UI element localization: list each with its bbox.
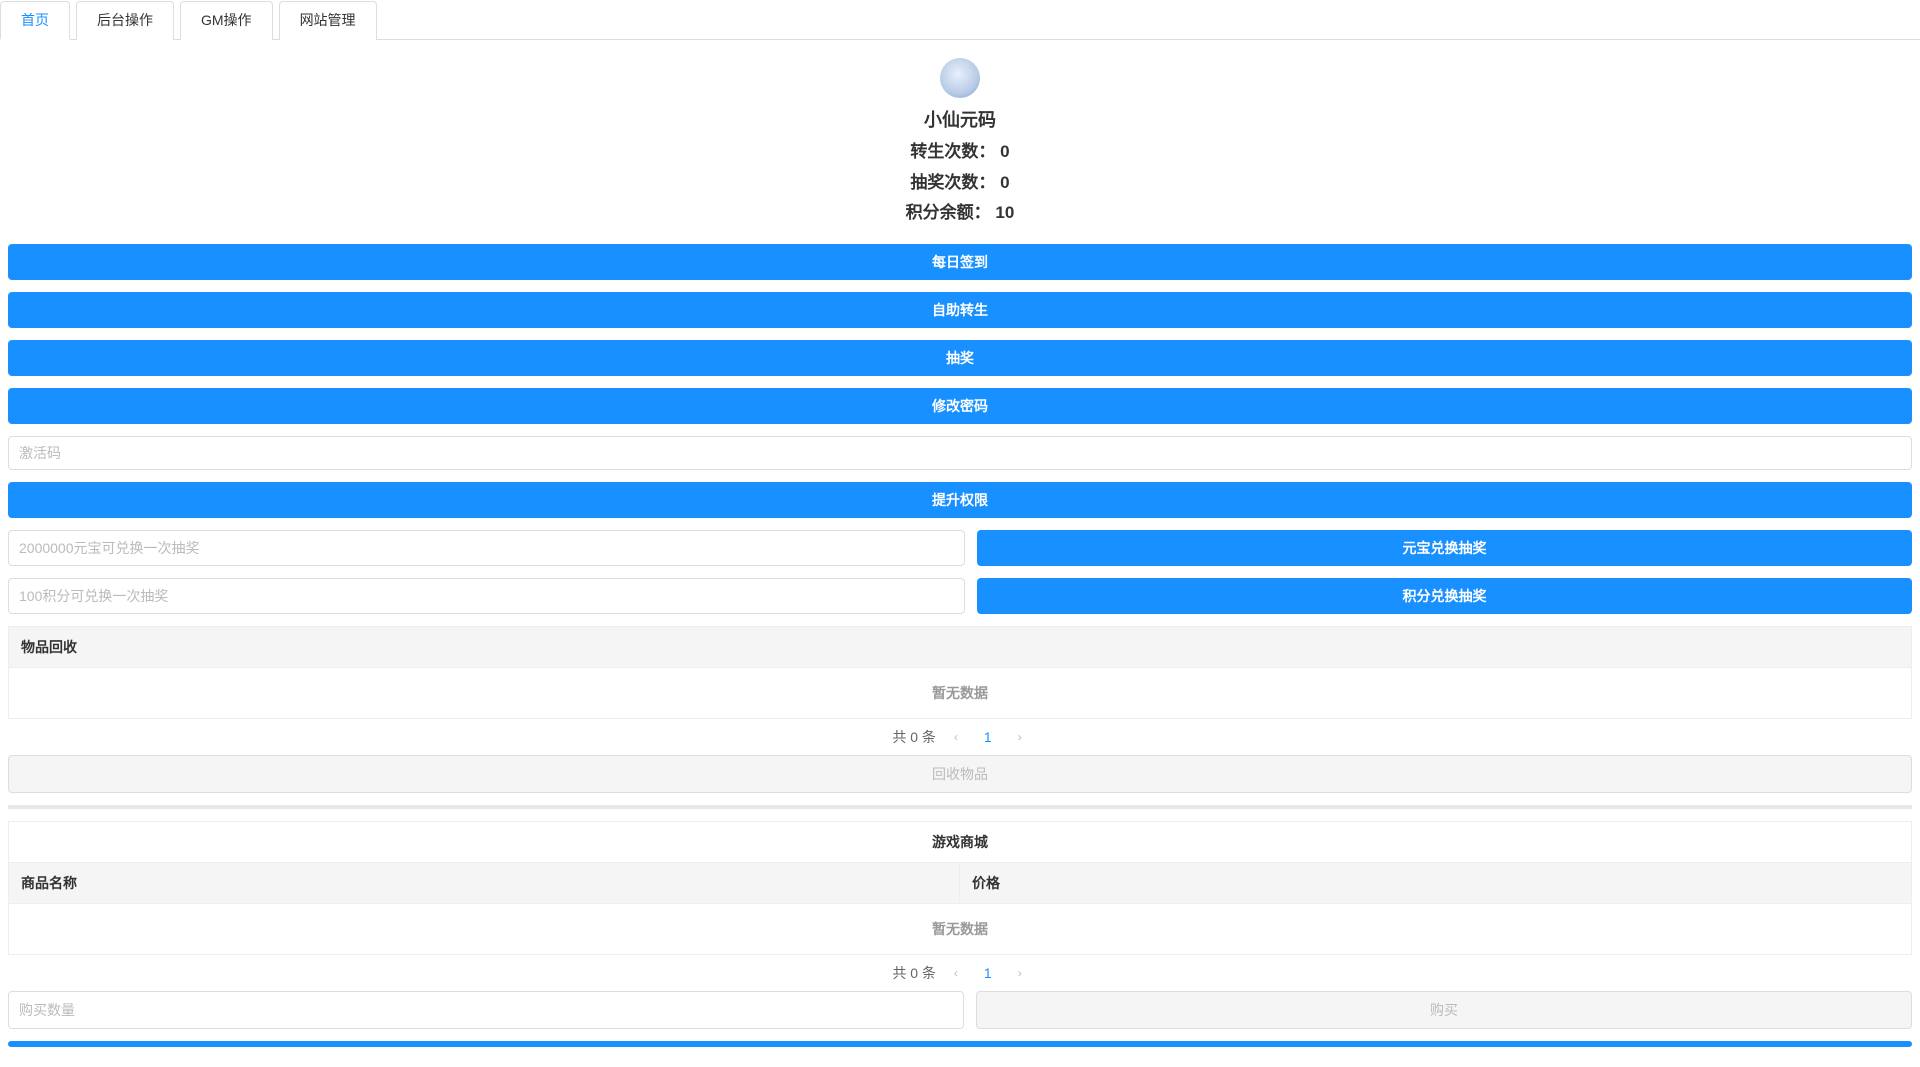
change-password-button[interactable]: 修改密码 — [8, 388, 1912, 424]
recycle-empty: 暂无数据 — [8, 668, 1912, 719]
stat-lottery: 抽奖次数： 0 — [8, 168, 1912, 199]
col-price: 价格 — [960, 863, 1911, 903]
yuanbao-input[interactable] — [8, 530, 965, 566]
avatar — [940, 58, 980, 98]
item-recycle-header: 物品回收 — [8, 626, 1912, 668]
profile-name: 小仙元码 — [8, 106, 1912, 132]
self-rebirth-button[interactable]: 自助转生 — [8, 292, 1912, 328]
upgrade-perm-button[interactable]: 提升权限 — [8, 482, 1912, 518]
recycle-total: 共 0 条 — [892, 727, 936, 747]
partial-button[interactable] — [8, 1041, 1912, 1047]
tab-gm[interactable]: GM操作 — [180, 1, 273, 40]
recycle-item-button: 回收物品 — [8, 755, 1912, 793]
store-empty: 暂无数据 — [8, 904, 1912, 955]
stat-points-label: 积分余额： — [906, 203, 991, 222]
stat-lottery-label: 抽奖次数： — [910, 173, 995, 192]
stat-rebirth: 转生次数： 0 — [8, 137, 1912, 168]
recycle-page-1[interactable]: 1 — [976, 727, 1000, 747]
recycle-pagination: 共 0 条 ‹ 1 › — [8, 719, 1912, 755]
store-page-1[interactable]: 1 — [976, 963, 1000, 983]
store-table-header: 商品名称 价格 — [8, 862, 1912, 904]
buy-qty-input[interactable] — [8, 991, 964, 1029]
store-pagination: 共 0 条 ‹ 1 › — [8, 955, 1912, 991]
store-next-page[interactable]: › — [1012, 964, 1028, 982]
stat-points: 积分余额： 10 — [8, 198, 1912, 229]
tab-home[interactable]: 首页 — [0, 1, 70, 40]
profile-section: 小仙元码 转生次数： 0 抽奖次数： 0 积分余额： 10 — [8, 58, 1912, 229]
tab-backend[interactable]: 后台操作 — [76, 1, 174, 40]
stat-rebirth-value: 0 — [1000, 142, 1009, 161]
tab-site-manage[interactable]: 网站管理 — [279, 1, 377, 40]
yuanbao-exchange-button[interactable]: 元宝兑换抽奖 — [977, 530, 1912, 566]
stat-points-value: 10 — [995, 203, 1014, 222]
activation-code-input[interactable] — [8, 436, 1912, 470]
col-product-name: 商品名称 — [9, 863, 960, 903]
divider — [8, 805, 1912, 809]
store-prev-page[interactable]: ‹ — [948, 964, 964, 982]
item-recycle-section: 物品回收 暂无数据 共 0 条 ‹ 1 › 回收物品 — [8, 626, 1912, 793]
lottery-button[interactable]: 抽奖 — [8, 340, 1912, 376]
game-store-section: 游戏商城 商品名称 价格 暂无数据 共 0 条 ‹ 1 › 购买 — [8, 821, 1912, 1029]
stat-lottery-value: 0 — [1000, 173, 1009, 192]
game-store-header: 游戏商城 — [8, 821, 1912, 862]
points-exchange-button[interactable]: 积分兑换抽奖 — [977, 578, 1912, 614]
daily-checkin-button[interactable]: 每日签到 — [8, 244, 1912, 280]
tab-bar: 首页 后台操作 GM操作 网站管理 — [0, 0, 1920, 40]
recycle-prev-page[interactable]: ‹ — [948, 728, 964, 746]
store-total: 共 0 条 — [892, 963, 936, 983]
stat-rebirth-label: 转生次数： — [910, 142, 995, 161]
points-input[interactable] — [8, 578, 965, 614]
recycle-next-page[interactable]: › — [1012, 728, 1028, 746]
buy-button: 购买 — [976, 991, 1912, 1029]
